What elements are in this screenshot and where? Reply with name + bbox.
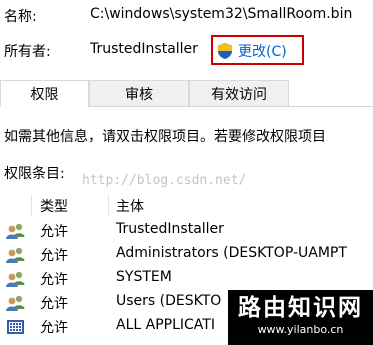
column-separator <box>108 195 109 217</box>
app-package-icon <box>5 318 27 336</box>
change-owner-link[interactable]: 更改(C) <box>216 41 287 61</box>
tab-permissions[interactable]: 权限 <box>0 80 89 107</box>
row-type: 允许 <box>40 320 68 336</box>
column-header-type[interactable]: 类型 <box>40 196 68 216</box>
row-type: 允许 <box>40 272 68 288</box>
row-principal: ALL APPLICATI <box>116 317 215 333</box>
row-principal: SYSTEM <box>116 269 172 285</box>
entries-label: 权限条目: <box>4 166 65 182</box>
row-principal: Users (DESKTO <box>116 293 222 309</box>
users-icon <box>5 222 27 240</box>
change-owner-highlight: 更改(C) <box>211 35 304 65</box>
row-principal: TrustedInstaller <box>116 221 224 237</box>
info-text: 如需其他信息，请双击权限项目。若要修改权限项目 <box>4 129 326 145</box>
site-watermark-logo: 路由知识网 www.yilanbo.cn <box>228 290 373 345</box>
users-icon <box>5 246 27 264</box>
name-label: 名称: <box>4 9 37 25</box>
table-row[interactable]: 允许 TrustedInstaller <box>0 219 373 243</box>
table-row[interactable]: 允许 SYSTEM <box>0 267 373 291</box>
owner-value: TrustedInstaller <box>90 41 198 57</box>
table-row[interactable]: 允许 Administrators (DESKTOP-UAMPT <box>0 243 373 267</box>
tab-permissions-label: 权限 <box>30 87 59 103</box>
tab-auditing[interactable]: 审核 <box>89 80 189 106</box>
watermark-title: 路由知识网 <box>238 295 363 321</box>
row-principal: Administrators (DESKTOP-UAMPT <box>116 245 347 261</box>
tab-auditing-label: 审核 <box>125 86 153 103</box>
tab-effective-access[interactable]: 有效访问 <box>189 80 289 106</box>
row-type: 允许 <box>40 248 68 264</box>
watermark-text: http://blog.csdn.net/ <box>82 173 247 188</box>
column-header-principal[interactable]: 主体 <box>116 196 144 216</box>
tab-effective-access-label: 有效访问 <box>211 86 267 103</box>
name-value: C:\windows\system32\SmallRoom.bin <box>90 6 353 22</box>
users-icon <box>5 294 27 312</box>
users-icon <box>5 270 27 288</box>
change-owner-label: 更改(C) <box>238 44 287 60</box>
watermark-url: www.yilanbo.cn <box>257 323 344 336</box>
column-separator <box>31 195 32 217</box>
row-type: 允许 <box>40 224 68 240</box>
row-type: 允许 <box>40 296 68 312</box>
uac-shield-icon <box>216 42 234 60</box>
owner-label: 所有者: <box>4 44 51 60</box>
